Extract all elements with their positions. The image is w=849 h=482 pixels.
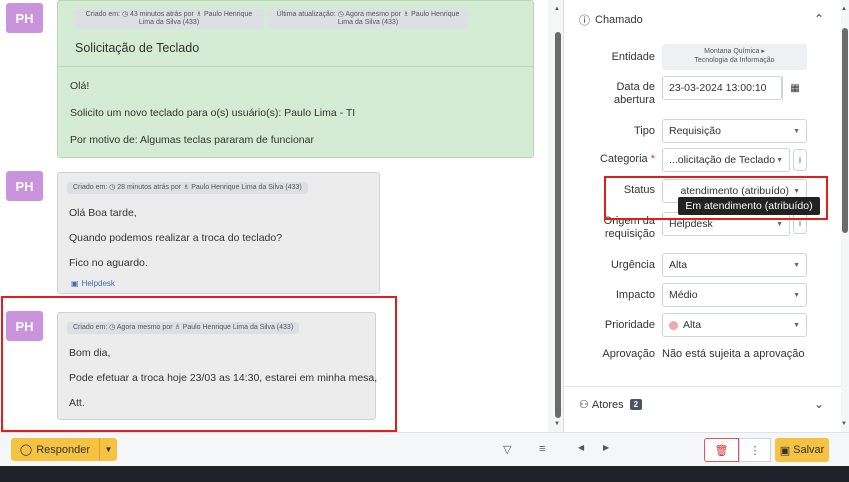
type-label: Tipo <box>634 125 655 137</box>
chevron-down-icon[interactable]: ⌄ <box>814 397 824 411</box>
urgency-label: Urgência <box>610 259 655 271</box>
save-icon: ▣ <box>779 444 791 457</box>
updated-meta: Última atualização: ◷ Agora mesmo por ♗ … <box>268 9 468 29</box>
actors-label: Atores <box>591 398 624 411</box>
created-meta: Criado em: ◷ 28 minutos atrás por ♗ Paul… <box>67 182 308 194</box>
respond-dropdown-button[interactable]: ▼ <box>99 438 117 461</box>
save-button[interactable]: ▣ Salvar <box>775 438 829 462</box>
info-circle-icon: ⓘ <box>579 15 590 27</box>
chevron-up-icon[interactable]: ⌃ <box>814 12 824 26</box>
priority-select[interactable]: Alta ▼ <box>662 313 807 337</box>
type-select[interactable]: Requisição ▼ <box>662 119 807 143</box>
chat-icon: ◯ <box>19 444 33 456</box>
message-line: Olá! <box>70 80 90 92</box>
panel-scrollbar[interactable] <box>842 28 848 233</box>
urgency-select[interactable]: Alta ▼ <box>662 253 807 277</box>
created-meta: Criado em: ◷ 43 minutos atrás por ♗ Paul… <box>74 9 264 29</box>
sort-list-icon[interactable]: ≡ <box>539 443 545 455</box>
action-bar: ◯ Responder ▼ ▽ ≡ ◀ ▶ 🗑 ⋮ ▣ Salvar <box>0 432 849 466</box>
message-line: Por motivo de: Algumas teclas pararam de… <box>70 134 314 146</box>
chevron-left-icon[interactable]: ◀ <box>578 443 584 452</box>
avatar: PH <box>6 3 43 33</box>
impact-label: Impacto <box>615 289 655 301</box>
actors-section[interactable]: ⚇ Atores 2 ⌄ <box>564 386 841 422</box>
section-title: Chamado <box>595 14 643 26</box>
avatar: PH <box>6 171 43 201</box>
taskbar <box>0 466 849 482</box>
category-label: Categoria * <box>599 153 655 165</box>
scroll-up-icon[interactable]: ▲ <box>841 6 847 12</box>
entity-value[interactable]: Montana Química ▸ Tecnologia da Informaç… <box>662 44 807 70</box>
entity-line: Montana Química ▸ <box>704 48 765 55</box>
approval-label: Aprovação <box>602 348 655 360</box>
timeline: PH Criado em: ◷ 43 minutos atrás por ♗ P… <box>0 0 548 432</box>
highlight-box <box>604 176 828 220</box>
priority-dot <box>669 320 678 330</box>
chevron-down-icon: ▼ <box>793 261 800 269</box>
delete-button[interactable]: 🗑 <box>704 438 739 462</box>
category-select[interactable]: ...olicitação de Teclado ▼ <box>662 148 790 172</box>
chevron-down-icon: ▼ <box>793 321 800 329</box>
impact-select[interactable]: Médio ▼ <box>662 283 807 307</box>
divider <box>58 66 533 67</box>
source-label: Helpdesk <box>81 279 115 288</box>
date-label: Data de abertura <box>614 81 655 106</box>
ticket-title: Solicitação de Teclado <box>75 41 200 55</box>
approval-value: Não está sujeita a aprovação <box>662 348 805 360</box>
chevron-down-icon: ▼ <box>104 445 113 454</box>
desktop-icon: ▣ <box>71 279 79 288</box>
message-line: Olá Boa tarde, <box>69 207 137 219</box>
info-icon[interactable]: i <box>793 149 807 171</box>
priority-label: Prioridade <box>604 319 655 331</box>
scroll-down-icon[interactable]: ▼ <box>841 421 847 427</box>
scroll-up-icon[interactable]: ▲ <box>554 6 560 12</box>
calendar-icon[interactable]: ▦ <box>782 76 807 100</box>
filter-icon[interactable]: ▽ <box>503 443 511 456</box>
entity-line: Tecnologia da Informação <box>694 57 775 64</box>
highlight-box <box>1 296 397 432</box>
chevron-down-icon: ▼ <box>793 127 800 135</box>
entity-label: Entidade <box>611 51 655 63</box>
timeline-scrollbar[interactable] <box>555 32 561 418</box>
ticket-content: Criado em: ◷ 43 minutos atrás por ♗ Paul… <box>57 0 534 158</box>
message-line: Quando podemos realizar a troca do tecla… <box>69 232 283 244</box>
followup-item: Criado em: ◷ 28 minutos atrás por ♗ Paul… <box>57 172 380 294</box>
users-icon: ⚇ <box>579 399 589 411</box>
scroll-down-icon[interactable]: ▼ <box>554 421 560 427</box>
chevron-right-icon[interactable]: ▶ <box>603 443 609 452</box>
chevron-down-icon: ▼ <box>776 220 783 228</box>
respond-button[interactable]: ◯ Responder <box>11 438 99 461</box>
chevron-down-icon: ▼ <box>776 156 783 164</box>
section-header[interactable]: ⓘ Chamado <box>579 12 643 28</box>
message-line: Fico no aguardo. <box>69 257 148 269</box>
kebab-icon: ⋮ <box>749 444 761 457</box>
trash-icon: 🗑 <box>714 444 729 457</box>
more-options-button[interactable]: ⋮ <box>739 438 771 462</box>
date-input[interactable]: 23-03-2024 13:00:10 <box>662 76 782 100</box>
message-line: Solicito um novo teclado para o(s) usuár… <box>70 107 356 119</box>
chevron-down-icon: ▼ <box>793 291 800 299</box>
actors-count-badge: 2 <box>629 399 643 410</box>
source-tag[interactable]: ▣ Helpdesk <box>71 279 115 288</box>
